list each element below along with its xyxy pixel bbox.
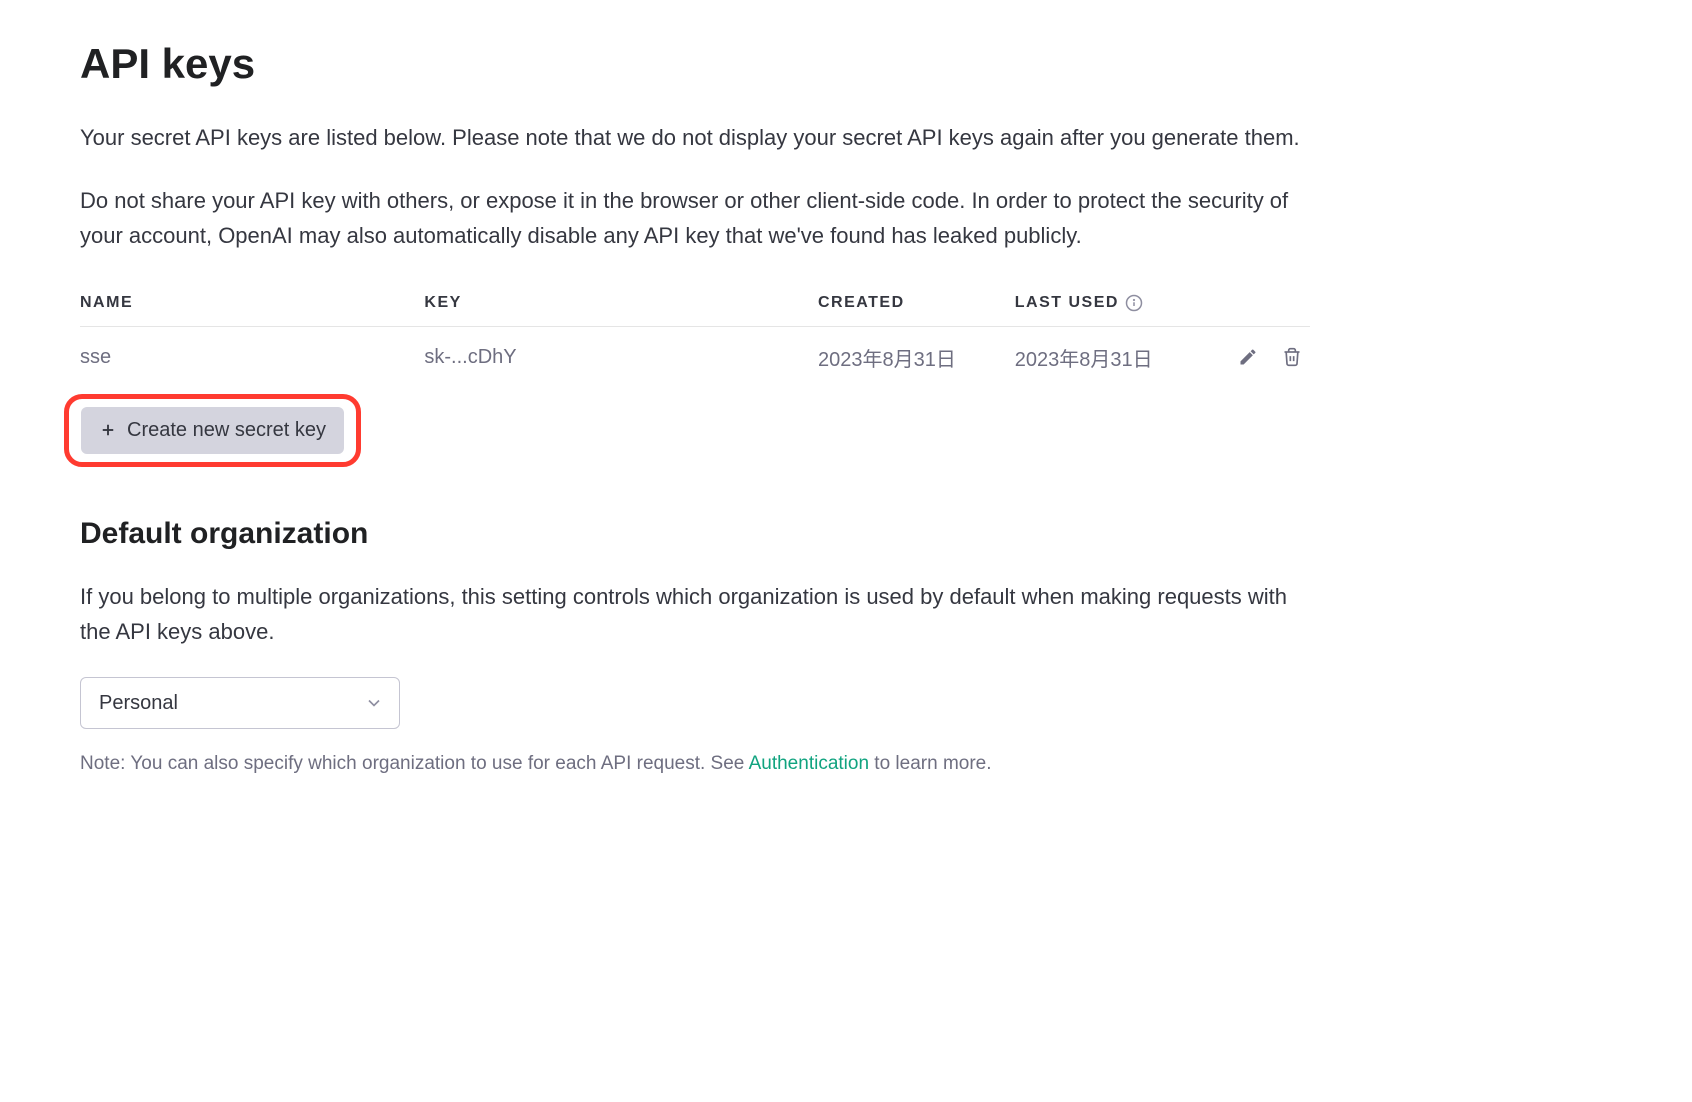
- description-paragraph-2: Do not share your API key with others, o…: [80, 183, 1310, 253]
- api-keys-table: NAME KEY CREATED LAST USED: [80, 282, 1310, 388]
- cell-name: sse: [80, 326, 424, 388]
- cell-lastused: 2023年8月31日: [1015, 326, 1224, 388]
- create-button-label: Create new secret key: [127, 419, 326, 442]
- note-suffix: to learn more.: [869, 753, 992, 774]
- page-title: API keys: [80, 40, 1612, 88]
- default-organization-title: Default organization: [80, 517, 1612, 551]
- note-prefix: Note: You can also specify which organiz…: [80, 753, 749, 774]
- column-header-name: NAME: [80, 282, 424, 327]
- default-organization-description: If you belong to multiple organizations,…: [80, 579, 1310, 649]
- column-header-key: KEY: [424, 282, 818, 327]
- column-header-lastused-label: LAST USED: [1015, 294, 1119, 312]
- column-header-created: CREATED: [818, 282, 1015, 327]
- table-row: sse sk-...cDhY 2023年8月31日 2023年8月31日: [80, 326, 1310, 388]
- description-paragraph-1: Your secret API keys are listed below. P…: [80, 120, 1310, 155]
- cell-actions: [1224, 326, 1310, 388]
- column-header-actions: [1224, 282, 1310, 327]
- trash-icon[interactable]: [1282, 347, 1302, 367]
- column-header-lastused: LAST USED: [1015, 282, 1224, 327]
- organization-note: Note: You can also specify which organiz…: [80, 753, 1310, 775]
- plus-icon: [99, 421, 117, 439]
- edit-icon[interactable]: [1238, 347, 1258, 367]
- table-header-row: NAME KEY CREATED LAST USED: [80, 282, 1310, 327]
- organization-select[interactable]: Personal: [80, 677, 400, 729]
- cell-created: 2023年8月31日: [818, 326, 1015, 388]
- authentication-link[interactable]: Authentication: [749, 753, 869, 774]
- highlight-annotation: Create new secret key: [64, 394, 361, 467]
- create-new-secret-key-button[interactable]: Create new secret key: [81, 407, 344, 454]
- cell-key: sk-...cDhY: [424, 326, 818, 388]
- info-icon[interactable]: [1125, 294, 1143, 312]
- organization-select-wrapper: Personal: [80, 677, 400, 729]
